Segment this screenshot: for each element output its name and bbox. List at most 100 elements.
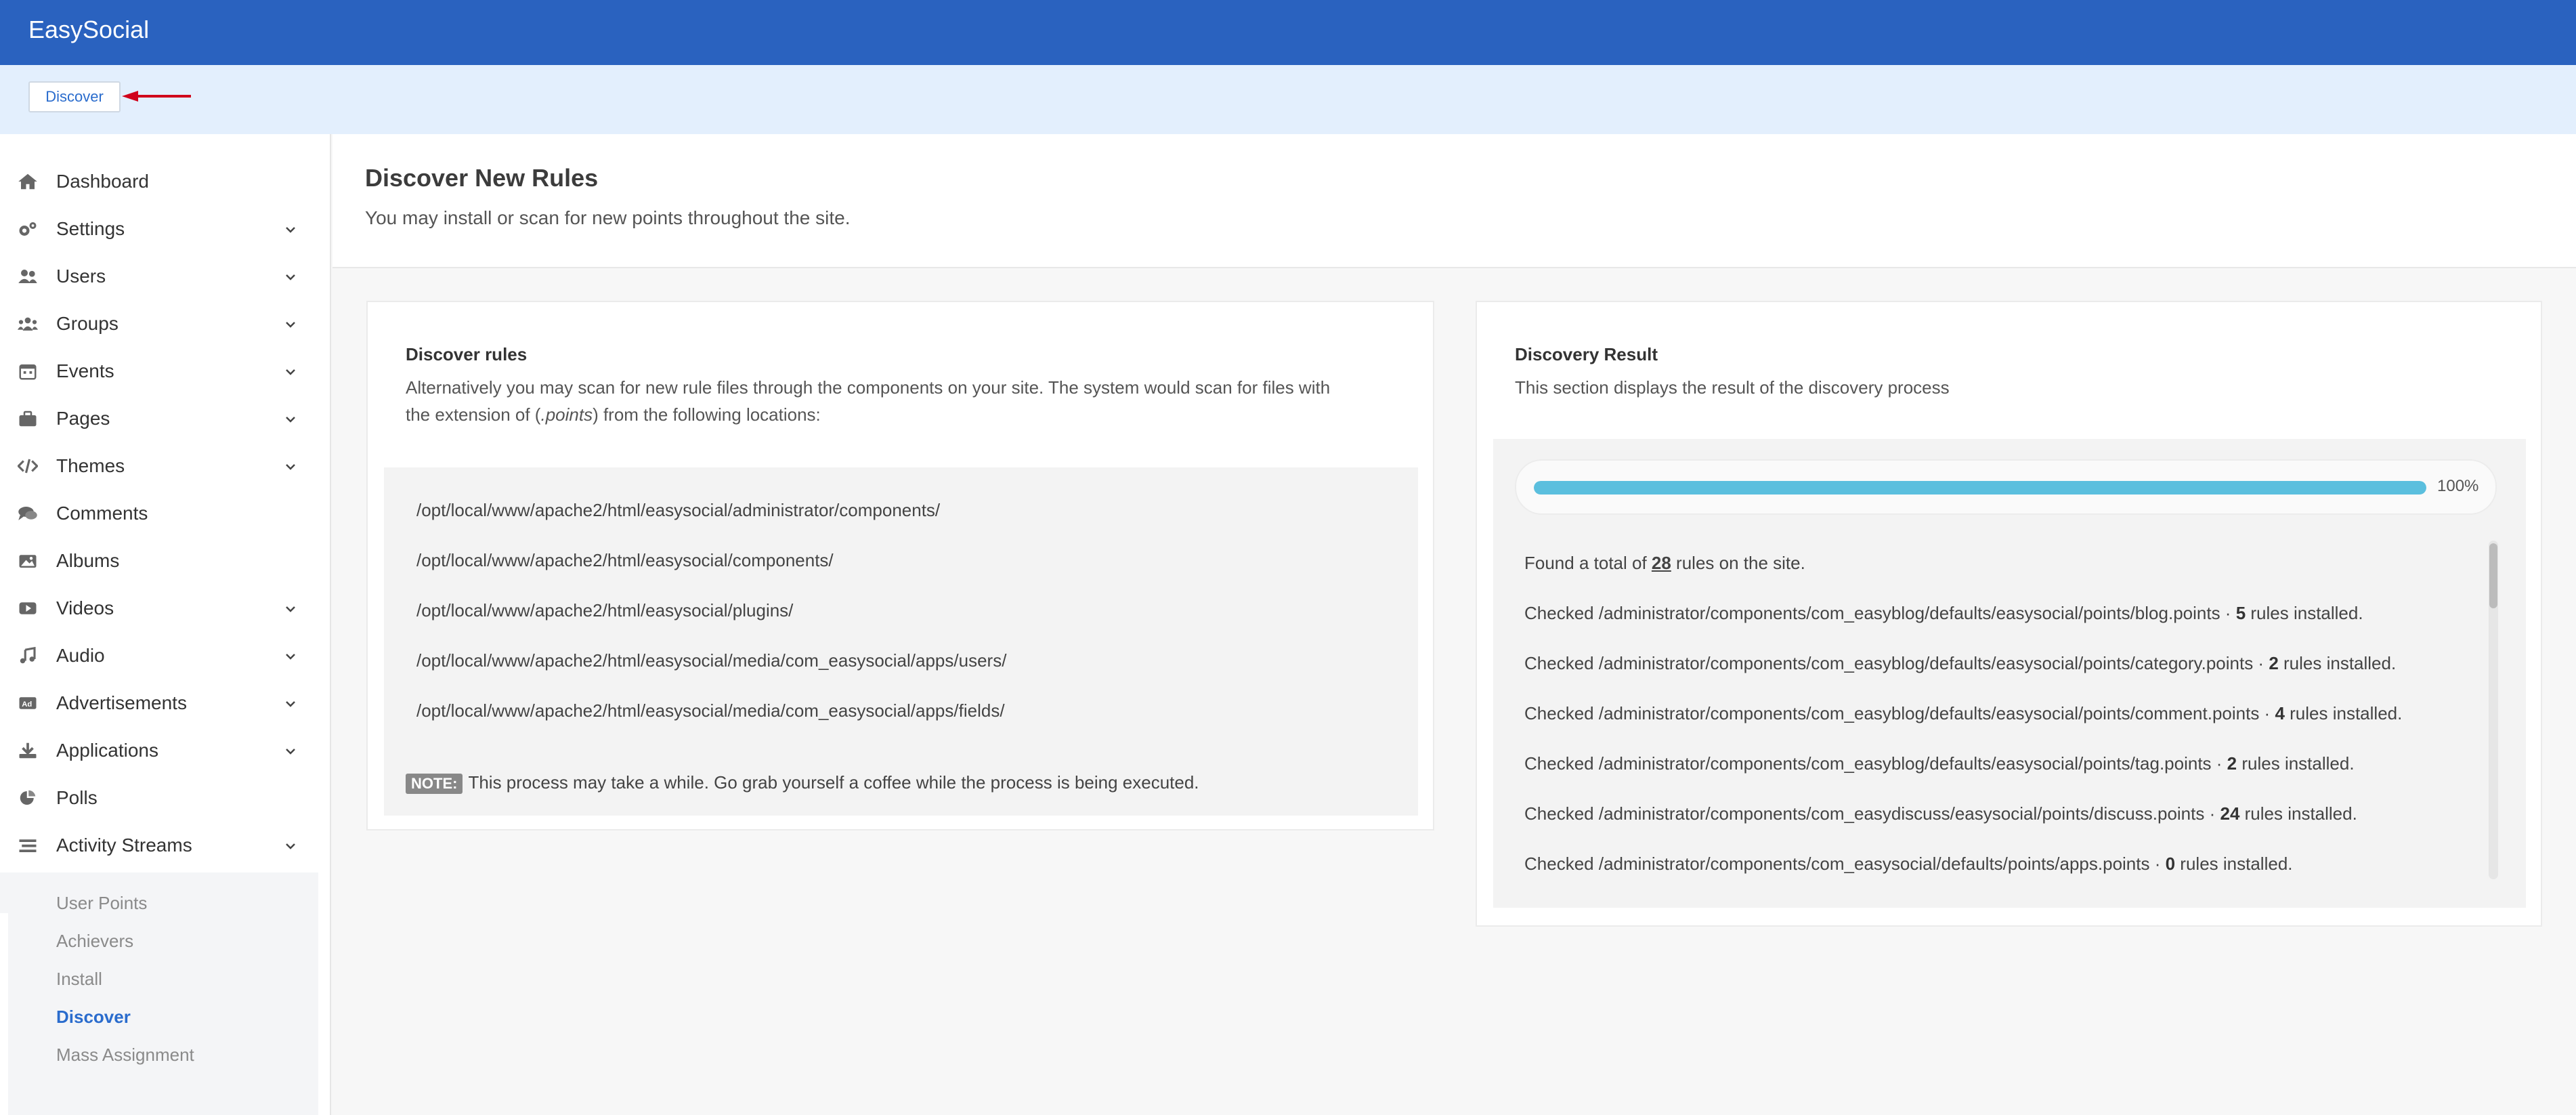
result-log-line: Checked /administrator/components/com_ea… xyxy=(1524,803,2357,824)
chevron-down-icon[interactable] xyxy=(284,745,297,757)
sidebar-item-polls[interactable]: Polls xyxy=(0,778,318,818)
log-line-suffix: rules installed. xyxy=(2246,603,2363,623)
log-line-suffix: rules installed. xyxy=(2239,803,2357,824)
scan-locations-box: /opt/local/www/apache2/html/easysocial/a… xyxy=(384,467,1418,816)
app-title: EasySocial xyxy=(28,16,150,43)
sidebar-item-comments[interactable]: Comments xyxy=(0,493,318,534)
log-line-suffix: rules installed. xyxy=(2175,854,2293,874)
total-rules-count: 28 xyxy=(1651,553,1671,573)
log-line-text: Checked /administrator/components/com_ea… xyxy=(1524,753,2227,774)
page-title: Discover New Rules xyxy=(365,164,599,192)
log-scrollbar-thumb[interactable] xyxy=(2489,543,2497,608)
log-line-suffix: rules installed. xyxy=(2284,703,2403,723)
log-line-text: Checked /administrator/components/com_ea… xyxy=(1524,603,2236,623)
sidebar-item-dashboard[interactable]: Dashboard xyxy=(0,161,318,202)
discover-rules-card: Discover rules Alternatively you may sca… xyxy=(366,301,1434,830)
sidebar-item-audio[interactable]: Audio xyxy=(0,635,318,676)
sidebar-item-label: Polls xyxy=(56,787,98,808)
sidebar-item-label: Pages xyxy=(56,408,110,429)
music-icon xyxy=(18,646,38,665)
note-text: This process may take a while. Go grab y… xyxy=(468,772,1199,793)
points-extension: .points xyxy=(540,404,593,425)
rules-installed-count: 24 xyxy=(2220,803,2240,824)
progress-bar: 100% xyxy=(1515,459,2497,515)
sidebar-item-label: Comments xyxy=(56,503,148,524)
sidebar-item-users[interactable]: Users xyxy=(0,256,318,297)
rules-installed-count: 2 xyxy=(2227,753,2237,774)
sidebar-item-applications[interactable]: Applications xyxy=(0,730,318,771)
result-log-line: Checked /administrator/components/com_ea… xyxy=(1524,854,2293,875)
chevron-down-icon[interactable] xyxy=(284,413,297,425)
submenu-item-install[interactable]: Install xyxy=(56,969,102,989)
chevron-down-icon[interactable] xyxy=(284,366,297,378)
home-icon xyxy=(18,173,38,190)
sidebar-item-label: Themes xyxy=(56,455,125,476)
briefcase-icon xyxy=(18,410,38,427)
scan-path: /opt/local/www/apache2/html/easysocial/m… xyxy=(416,650,1007,671)
total-rules-summary: Found a total of 28 rules on the site. xyxy=(1524,553,1805,574)
video-icon xyxy=(18,599,38,617)
users-icon xyxy=(18,268,38,285)
sidebar-item-videos[interactable]: Videos xyxy=(0,588,318,629)
sidebar-item-events[interactable]: Events xyxy=(0,351,318,392)
sidebar-item-label: Groups xyxy=(56,313,119,334)
rules-installed-count: 4 xyxy=(2275,703,2285,723)
toolbar: Discover xyxy=(0,65,2576,134)
description-line-1: Alternatively you may scan for new rule … xyxy=(406,377,1331,398)
sidebar-item-pages[interactable]: Pages xyxy=(0,398,318,439)
discover-rules-title: Discover rules xyxy=(406,344,528,364)
sidebar-item-activity-streams[interactable]: Activity Streams xyxy=(0,825,318,866)
sidebar-item-advertisements[interactable]: Ad Advertisements xyxy=(0,683,318,723)
sidebar-item-label: Activity Streams xyxy=(56,835,192,856)
description-line-2-pre: the extension of ( xyxy=(406,404,541,425)
summary-pre: Found a total of xyxy=(1524,553,1652,573)
user-points-submenu: User Points Achievers Install Discover M… xyxy=(8,877,318,1115)
log-line-text: Checked /administrator/components/com_ea… xyxy=(1524,703,2275,723)
result-log-line: Checked /administrator/components/com_ea… xyxy=(1524,603,2363,624)
image-icon xyxy=(18,552,38,570)
sidebar-item-themes[interactable]: Themes xyxy=(0,446,318,486)
discover-button[interactable]: Discover xyxy=(28,81,121,112)
page-header: Discover New Rules You may install or sc… xyxy=(332,134,2576,268)
sidebar: Dashboard Settings Users Groups Events Pages T… xyxy=(0,134,331,1115)
chevron-down-icon[interactable] xyxy=(284,650,297,662)
log-scrollbar[interactable] xyxy=(2489,541,2498,879)
ad-icon: Ad xyxy=(18,694,38,712)
calendar-icon xyxy=(18,362,38,380)
submenu-item-user-points[interactable]: User Points xyxy=(56,893,147,913)
sidebar-item-settings[interactable]: Settings xyxy=(0,209,318,249)
scan-path: /opt/local/www/apache2/html/easysocial/m… xyxy=(416,700,1005,721)
cogs-icon xyxy=(18,220,38,238)
submenu-item-achievers[interactable]: Achievers xyxy=(56,931,133,951)
sidebar-item-label: Advertisements xyxy=(56,692,187,713)
progress-fill xyxy=(1534,481,2426,495)
submenu-item-discover[interactable]: Discover xyxy=(56,1007,131,1027)
discovery-result-card: Discovery Result This section displays t… xyxy=(1476,301,2542,927)
result-log-line: Checked /administrator/components/com_ea… xyxy=(1524,653,2396,674)
chevron-down-icon[interactable] xyxy=(284,603,297,615)
chevron-down-icon[interactable] xyxy=(284,840,297,852)
chevron-down-icon[interactable] xyxy=(284,224,297,236)
sidebar-item-groups[interactable]: Groups xyxy=(0,303,318,344)
log-line-text: Checked /administrator/components/com_ea… xyxy=(1524,854,2166,874)
sidebar-item-albums[interactable]: Albums xyxy=(0,541,318,581)
rules-installed-count: 0 xyxy=(2165,854,2176,874)
chevron-down-icon[interactable] xyxy=(284,271,297,283)
process-note: NOTE: This process may take a while. Go g… xyxy=(406,772,1199,794)
sidebar-item-label: Users xyxy=(56,266,106,287)
submenu-item-mass-assignment[interactable]: Mass Assignment xyxy=(56,1045,194,1065)
chevron-down-icon[interactable] xyxy=(284,698,297,710)
discover-rules-description: Alternatively you may scan for new rule … xyxy=(406,374,1408,428)
groups-icon xyxy=(18,315,38,333)
sidebar-item-label: Albums xyxy=(56,550,120,571)
result-log-line: Checked /administrator/components/com_ea… xyxy=(1524,703,2402,724)
annotation-arrow-icon xyxy=(122,91,191,102)
chevron-down-icon[interactable] xyxy=(284,461,297,473)
sidebar-item-label: Audio xyxy=(56,645,105,666)
note-badge: NOTE: xyxy=(406,774,463,794)
progress-track xyxy=(1534,481,2426,495)
download-icon xyxy=(18,742,38,759)
sidebar-item-label: Applications xyxy=(56,740,158,761)
log-line-suffix: rules installed. xyxy=(2278,653,2397,673)
chevron-down-icon[interactable] xyxy=(284,318,297,331)
